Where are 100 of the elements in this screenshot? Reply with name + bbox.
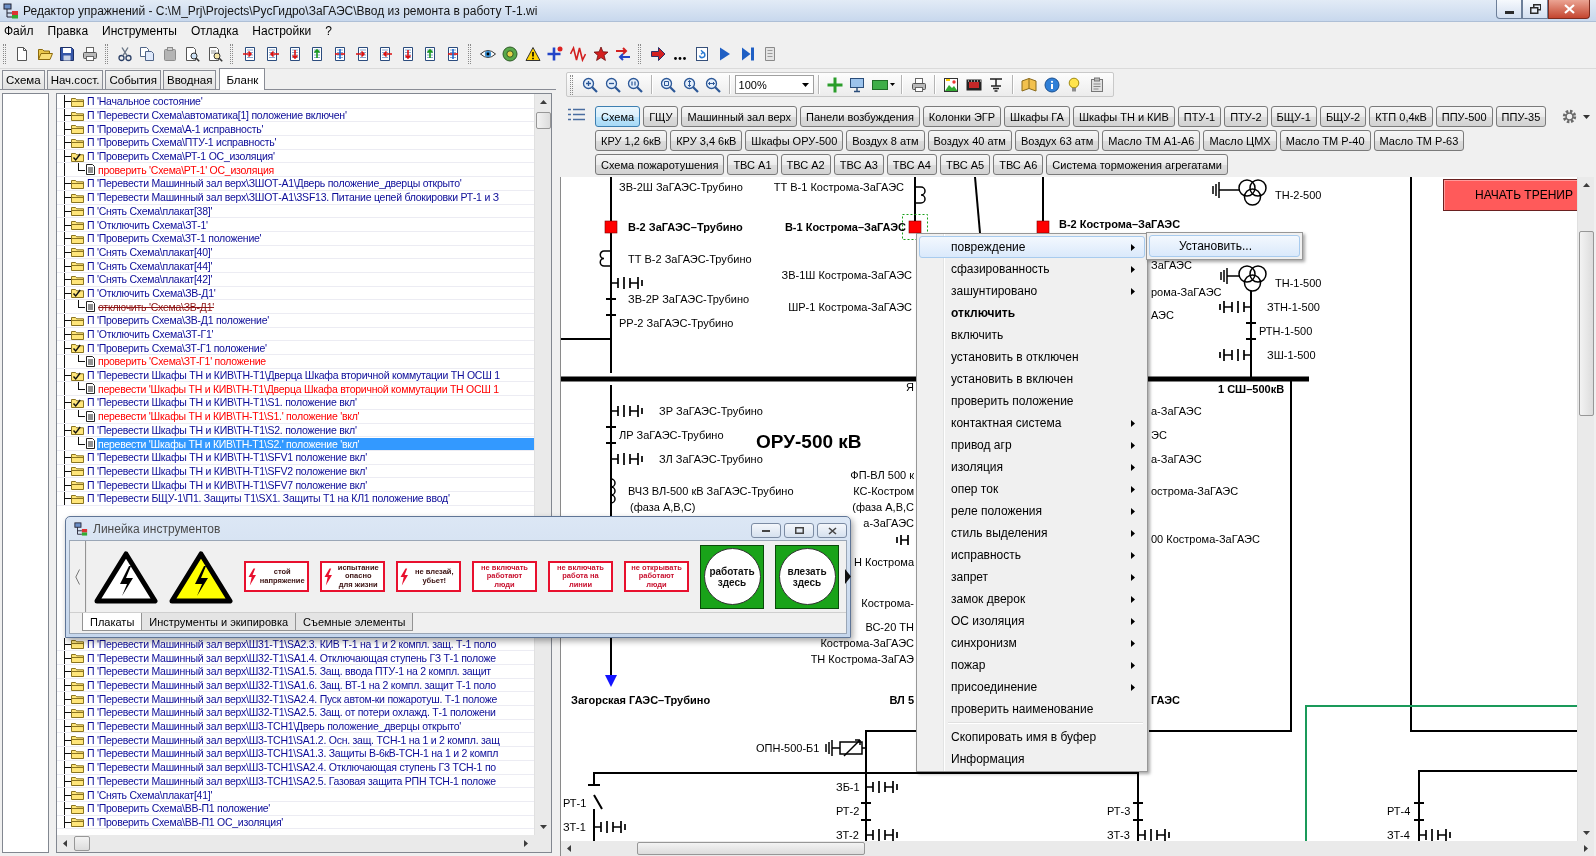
document-icon[interactable]: [85, 355, 95, 367]
tab[interactable]: Плакаты: [82, 613, 143, 631]
plus-icon[interactable]: [547, 46, 564, 62]
tree-item[interactable]: П 'Перевести Шкафы ТН и КИВ\ТН-Т1\S2. положение вкл': [86, 423, 534, 436]
tree-item[interactable]: П 'Перевести Машинный зал верх\Ш32-Т1\SA2.4. Пуск автом-ки пожаротуш. Т-1 положе: [86, 692, 534, 705]
folder-icon[interactable]: [71, 679, 84, 691]
tab[interactable]: Съемные элементы: [295, 613, 414, 631]
clipboard-icon[interactable]: [1088, 76, 1105, 93]
warning-icon[interactable]: [524, 46, 541, 62]
tab[interactable]: ГЩУ: [643, 106, 679, 127]
gear-icon[interactable]: [1562, 109, 1577, 124]
menu-item[interactable]: Информация: [919, 748, 1145, 770]
tree-item[interactable]: П 'Перевести Машинный зал верх\Ш31-Т1\SA2.3. КИВ Т-1 на 1 и 2 компл. защ. Т-1 поло: [86, 637, 534, 650]
tree-item[interactable]: П 'Проверить Схема\ВВ-П1 положение': [86, 802, 534, 815]
document-magnifier-icon[interactable]: [184, 46, 201, 62]
disc-icon[interactable]: [502, 46, 519, 62]
folder-icon[interactable]: [71, 706, 84, 718]
tree-item[interactable]: проверить 'Схема\ЗТ-Г1' положение: [97, 355, 534, 368]
menu-item[interactable]: включить: [919, 324, 1145, 346]
zigzag-icon[interactable]: [569, 46, 586, 62]
menu-item[interactable]: запрет: [919, 566, 1145, 588]
tab[interactable]: ТВС А3: [833, 154, 884, 175]
tree-item[interactable]: П 'Перевести Машинный зал верх\Ш32-Т1\SA2.5. Защ. от потери охлажд. Т-1 положени: [86, 706, 534, 719]
tree-item[interactable]: П 'Проверить Схема\ЗТ-Г1 положение': [86, 341, 534, 354]
caret-icon[interactable]: [801, 82, 809, 87]
down-arrow-icon[interactable]: [539, 825, 547, 829]
lightning-triangle-icon[interactable]: [169, 549, 233, 604]
tab[interactable]: Вводная: [162, 70, 217, 89]
menu-item[interactable]: отключить: [919, 302, 1145, 324]
scrollbar-thumb[interactable]: [637, 842, 865, 855]
tab[interactable]: Машинный зал верх: [681, 106, 797, 127]
folder-tick-icon[interactable]: [71, 396, 84, 408]
lightning-triangle-icon[interactable]: [94, 549, 158, 604]
menu-item[interactable]: синхронизм: [919, 632, 1145, 654]
menu-item[interactable]: контактная система: [919, 412, 1145, 434]
scrollbar-thumb[interactable]: [1578, 231, 1594, 416]
maximize-button[interactable]: [784, 523, 814, 538]
folder-icon[interactable]: [71, 479, 84, 491]
tree-item[interactable]: П 'Перевести Машинный зал верх\ЗШОТ-А1\Дверь положение_дверцы открыто': [86, 177, 534, 190]
printer-icon[interactable]: [82, 46, 99, 62]
tree-item[interactable]: П 'Перевести Шкафы ТН и КИВ\ТН-Т1\S1. положение вкл': [86, 396, 534, 409]
tab[interactable]: Масло ЦМХ: [1203, 130, 1277, 151]
tab[interactable]: Масло ТМ Р-40: [1279, 130, 1371, 151]
tab[interactable]: Бланк: [219, 68, 266, 90]
menu-item[interactable]: опер ток: [919, 478, 1145, 500]
up-arrow-icon[interactable]: [1582, 183, 1590, 187]
tree-item[interactable]: П 'Перевести Машинный зал верх\Ш3-ТСН1\SA2.5. Газовая защита РПН ТСН-1 положе: [86, 774, 534, 787]
tree-item[interactable]: П 'Начальное состояние': [86, 95, 534, 108]
menu-item[interactable]: реле положения: [919, 500, 1145, 522]
tab[interactable]: Воздух 63 атм: [1014, 130, 1100, 151]
folder-icon[interactable]: [71, 219, 84, 231]
tab[interactable]: БЩУ-2: [1319, 106, 1367, 127]
minimize-button[interactable]: [1496, 0, 1522, 19]
tree-item[interactable]: П 'Перевести Машинный зал верх\Ш32-Т1\SA1.4. Отключающая ступень ГЗ Т-1 положе: [86, 651, 534, 664]
permit-poster[interactable]: работать здесь: [700, 544, 764, 609]
down-arrow-icon[interactable]: [1582, 831, 1590, 835]
menu-item[interactable]: сфазированность: [919, 258, 1145, 280]
right-arrow-icon[interactable]: [524, 840, 528, 847]
tab[interactable]: КТП 0,4кВ: [1369, 106, 1433, 127]
tab[interactable]: ТВС А2: [780, 154, 831, 175]
tree-item[interactable]: П 'Снять Схема\плакат[40]': [86, 245, 534, 258]
menu-item[interactable]: ?: [319, 24, 338, 38]
tree-item[interactable]: П 'Перевести Машинный зал верх\Ш32-Т1\SA1.6. Защ. ВТ-1 на 2 компл. защит Т-1 поло: [86, 679, 534, 692]
left-arrow-icon[interactable]: [63, 840, 67, 847]
folder-icon[interactable]: [71, 761, 84, 773]
menu-item[interactable]: ОС изоляция: [919, 610, 1145, 632]
folder-icon[interactable]: [71, 123, 84, 135]
folder-icon[interactable]: [71, 109, 84, 121]
menu-item[interactable]: Настройки: [246, 24, 318, 38]
document-icon[interactable]: [85, 438, 95, 450]
folder-icon[interactable]: [71, 465, 84, 477]
arrows-icon[interactable]: [615, 46, 632, 62]
tree-item[interactable]: П 'Проверить Схема\ЗВ-Д1 положение': [86, 314, 534, 327]
chevron-left-icon[interactable]: [75, 568, 80, 585]
picture-icon[interactable]: [943, 76, 960, 93]
star-icon[interactable]: [592, 46, 609, 62]
horizontal-scrollbar[interactable]: [57, 835, 534, 852]
menu-item[interactable]: Файл: [0, 24, 40, 38]
menu-item[interactable]: Установить...: [1149, 235, 1300, 257]
step-forward-icon[interactable]: [739, 46, 756, 62]
folder-icon[interactable]: [71, 638, 84, 650]
tab[interactable]: КРУ 3,4 6кВ: [670, 130, 743, 151]
printer-icon[interactable]: [910, 76, 927, 93]
breaker-icon[interactable]: [1036, 220, 1050, 234]
zoom-combo[interactable]: 100%: [734, 75, 814, 94]
restore-button[interactable]: [1522, 0, 1548, 19]
menu-item[interactable]: Правка: [41, 24, 95, 38]
folder-icon[interactable]: [71, 802, 84, 814]
ellipsis-icon[interactable]: [674, 57, 687, 60]
start-training-button[interactable]: НАЧАТЬ ТРЕНИР: [1443, 179, 1577, 211]
tree-item[interactable]: П 'Проверить Схема\ЗТ-1 положение': [86, 232, 534, 245]
magnifier-plus-icon[interactable]: [582, 76, 599, 93]
tab[interactable]: Шкафы ГА: [1004, 106, 1070, 127]
menu-item[interactable]: изоляция: [919, 456, 1145, 478]
folder-tick-icon[interactable]: [71, 150, 84, 162]
tab[interactable]: Инструменты и экипировка: [141, 613, 297, 631]
caret-icon[interactable]: [1583, 115, 1590, 119]
menu-item[interactable]: проверить наименование: [919, 698, 1145, 720]
refresh-icon[interactable]: [694, 46, 711, 62]
document-icon[interactable]: [85, 164, 95, 176]
